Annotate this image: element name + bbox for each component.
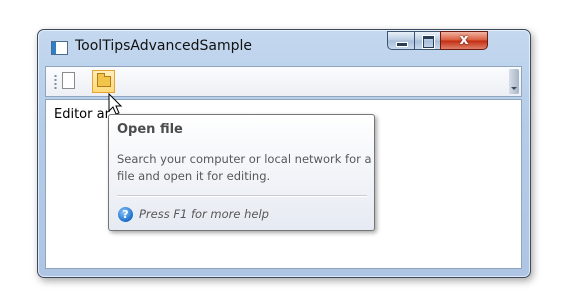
tooltip-help-text: Press F1 for more help xyxy=(139,207,269,221)
close-icon: x xyxy=(459,32,469,48)
app-window-icon xyxy=(51,41,68,55)
toolbar-grip[interactable] xyxy=(54,74,57,91)
editor-text: Editor ar xyxy=(54,107,110,122)
tooltip-description: Search your computer or local network fo… xyxy=(117,152,372,183)
maximize-icon xyxy=(423,36,434,48)
new-document-icon[interactable] xyxy=(62,72,75,89)
minimize-button[interactable] xyxy=(387,31,415,50)
open-folder-icon xyxy=(97,73,111,87)
tooltip-title: Open file xyxy=(117,122,183,137)
maximize-button[interactable] xyxy=(414,31,441,50)
open-file-button[interactable] xyxy=(92,70,115,93)
toolbar-overflow-button[interactable] xyxy=(509,69,519,94)
open-file-tooltip: Open file Search your computer or local … xyxy=(108,114,375,231)
tooltip-separator xyxy=(117,195,367,197)
minimize-icon xyxy=(396,42,408,47)
help-icon: ? xyxy=(118,207,133,222)
window-title: ToolTipsAdvancedSample xyxy=(75,38,253,54)
title-bar[interactable]: ToolTipsAdvancedSample x xyxy=(38,30,530,64)
close-button[interactable]: x xyxy=(440,31,488,50)
